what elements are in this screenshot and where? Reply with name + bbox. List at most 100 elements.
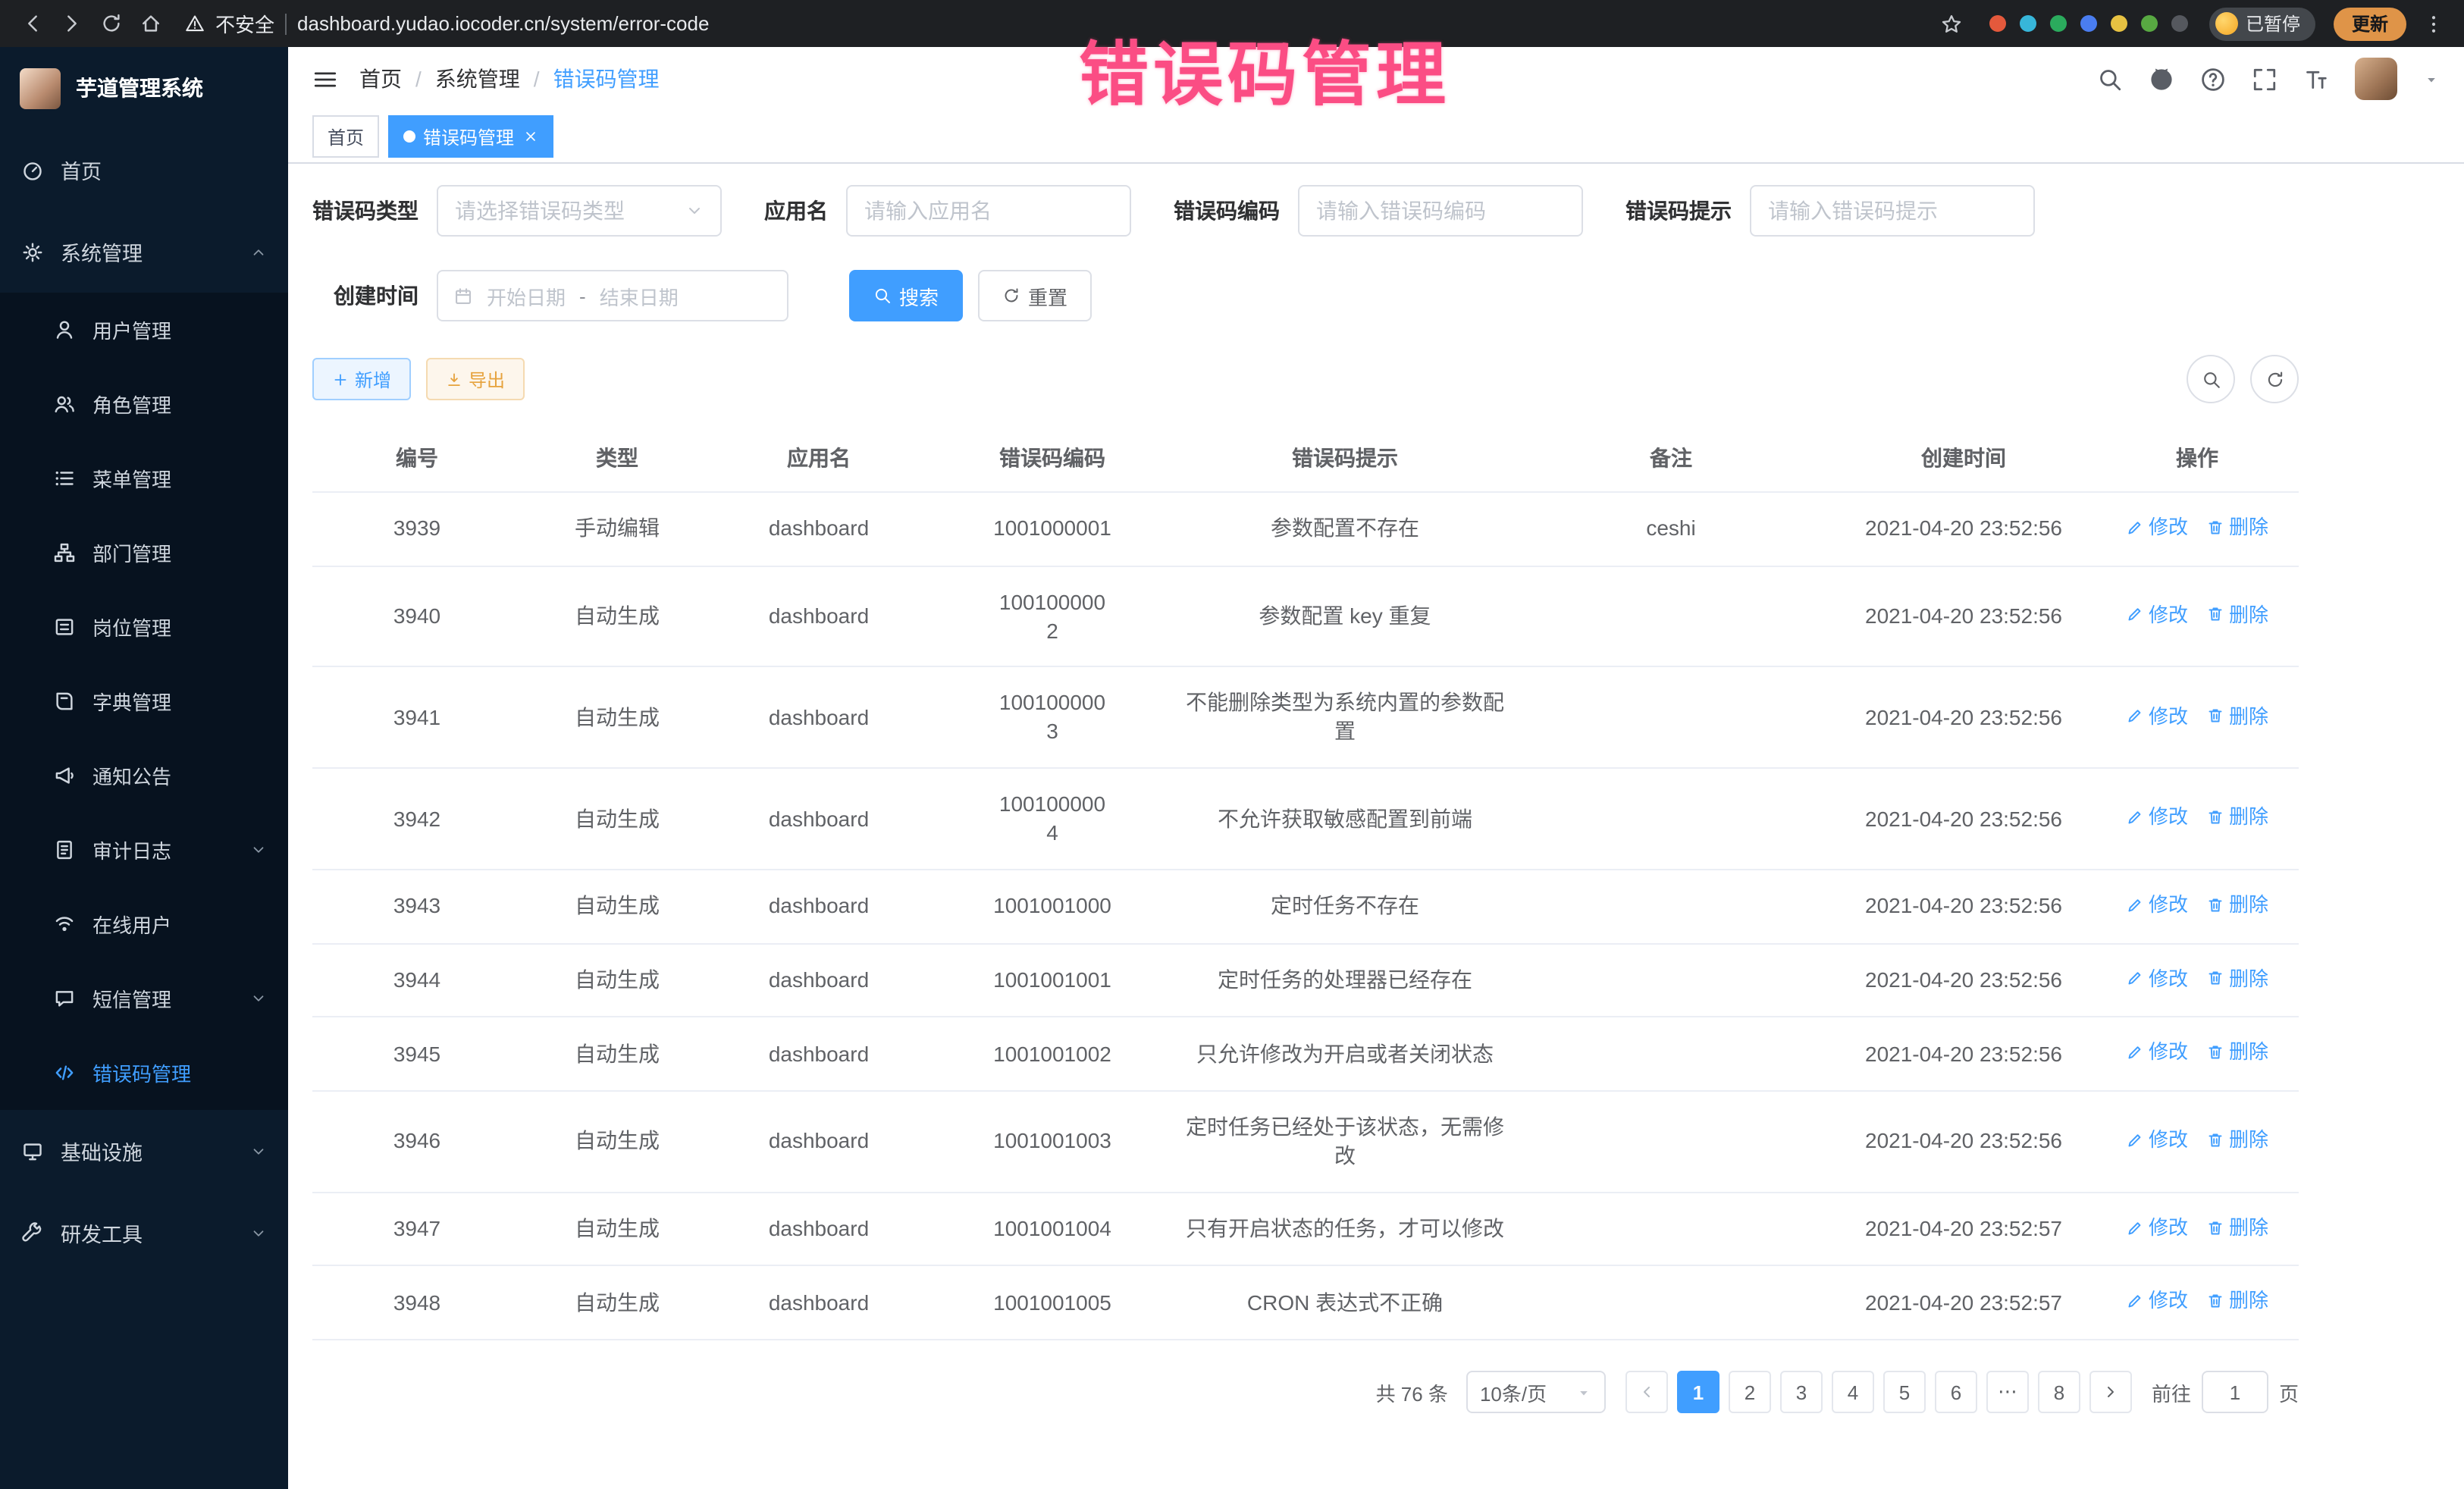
- tab-item[interactable]: 首页: [312, 115, 379, 158]
- sidebar-item-13[interactable]: 错误码管理: [0, 1036, 288, 1110]
- edit-link[interactable]: 修改: [2126, 601, 2188, 628]
- avatar[interactable]: [2355, 58, 2397, 100]
- sidebar-item-11[interactable]: 在线用户: [0, 887, 288, 961]
- sidebar-item-10[interactable]: 审计日志: [0, 813, 288, 887]
- cell-memo: [1510, 1017, 1832, 1091]
- font-size-button[interactable]: [2303, 66, 2329, 92]
- delete-link[interactable]: 删除: [2206, 892, 2268, 918]
- sidebar-item-4[interactable]: 角色管理: [0, 367, 288, 441]
- extension-icon[interactable]: [2080, 15, 2097, 32]
- avatar-caret-button[interactable]: [2423, 71, 2440, 87]
- page-ellipsis[interactable]: ⋯: [1986, 1371, 2029, 1413]
- browser-menu-button[interactable]: [2419, 7, 2449, 40]
- delete-link[interactable]: 删除: [2206, 514, 2268, 541]
- date-separator: -: [579, 284, 586, 307]
- extension-icon[interactable]: [2171, 15, 2188, 32]
- page-button[interactable]: 4: [1832, 1371, 1874, 1413]
- app-logo[interactable]: 芋道管理系统: [0, 47, 288, 129]
- home-button[interactable]: [133, 7, 167, 40]
- delete-link[interactable]: 删除: [2206, 703, 2268, 729]
- date-range-picker[interactable]: 开始日期 - 结束日期: [437, 270, 788, 321]
- edit-link[interactable]: 修改: [2126, 804, 2188, 831]
- edit-link[interactable]: 修改: [2126, 1127, 2188, 1153]
- reset-button[interactable]: 重置: [978, 270, 1092, 321]
- profile-avatar-icon: [2215, 12, 2238, 35]
- sidebar-item-15[interactable]: 研发工具: [0, 1192, 288, 1274]
- goto-page-input[interactable]: [2202, 1371, 2268, 1413]
- next-page-button[interactable]: [2089, 1371, 2132, 1413]
- filter-input[interactable]: [846, 185, 1131, 237]
- cell-memo: [1510, 667, 1832, 769]
- refresh-table-button[interactable]: [2250, 355, 2299, 403]
- page-button[interactable]: 6: [1935, 1371, 1977, 1413]
- sidebar-toggle-button[interactable]: [312, 66, 338, 92]
- page-button[interactable]: 8: [2038, 1371, 2080, 1413]
- page-size-select[interactable]: 10条/页: [1466, 1371, 1606, 1413]
- header-search-button[interactable]: [2097, 66, 2123, 92]
- add-button[interactable]: 新增: [312, 358, 411, 400]
- sidebar-item-8[interactable]: 字典管理: [0, 664, 288, 738]
- edit-link[interactable]: 修改: [2126, 1039, 2188, 1066]
- annotation-overlay-title: 错误码管理: [1079, 20, 1450, 120]
- tab-active[interactable]: 错误码管理: [388, 115, 553, 158]
- edit-link[interactable]: 修改: [2126, 1288, 2188, 1315]
- cell-app: dashboard: [713, 667, 925, 769]
- sidebar-item-9[interactable]: 通知公告: [0, 738, 288, 813]
- table-row: 3947自动生成dashboard1001001004只有开启状态的任务，才可以…: [312, 1193, 2299, 1266]
- toggle-search-button[interactable]: [2187, 355, 2235, 403]
- profile-paused-badge[interactable]: 已暂停: [2209, 7, 2315, 40]
- dots-vertical-icon: [2423, 13, 2444, 34]
- reload-button[interactable]: [94, 7, 127, 40]
- sidebar-item-5[interactable]: 菜单管理: [0, 441, 288, 516]
- edit-link[interactable]: 修改: [2126, 892, 2188, 918]
- export-button[interactable]: 导出: [426, 358, 525, 400]
- extension-icon[interactable]: [1989, 15, 2006, 32]
- bookmark-star-button[interactable]: [1935, 7, 1968, 40]
- date-start-placeholder: 开始日期: [487, 281, 566, 310]
- sidebar-item-12[interactable]: 短信管理: [0, 961, 288, 1036]
- filter-input[interactable]: [1750, 185, 2035, 237]
- edit-link[interactable]: 修改: [2126, 1215, 2188, 1241]
- extension-icon[interactable]: [2050, 15, 2067, 32]
- forward-button[interactable]: [55, 7, 88, 40]
- back-button[interactable]: [15, 7, 49, 40]
- delete-link[interactable]: 删除: [2206, 1288, 2268, 1315]
- docs-button[interactable]: [2200, 66, 2226, 92]
- sidebar-item-7[interactable]: 岗位管理: [0, 590, 288, 664]
- sidebar-item-14[interactable]: 基础设施: [0, 1110, 288, 1192]
- delete-link[interactable]: 删除: [2206, 804, 2268, 831]
- sidebar-item-1[interactable]: 首页: [0, 129, 288, 211]
- breadcrumb-item[interactable]: 系统管理: [435, 64, 520, 94]
- delete-link[interactable]: 删除: [2206, 965, 2268, 992]
- sidebar-item-6[interactable]: 部门管理: [0, 516, 288, 590]
- page-button[interactable]: 5: [1883, 1371, 1926, 1413]
- address-bar[interactable]: 不安全 dashboard.yudao.iocoder.cn/system/er…: [185, 9, 709, 38]
- filter-select[interactable]: 请选择错误码类型: [437, 185, 722, 237]
- delete-icon: [2206, 1292, 2224, 1310]
- prev-page-button[interactable]: [1625, 1371, 1668, 1413]
- extension-icon[interactable]: [2141, 15, 2158, 32]
- delete-link[interactable]: 删除: [2206, 601, 2268, 628]
- page-button[interactable]: 3: [1780, 1371, 1823, 1413]
- tab-close-button[interactable]: [523, 129, 538, 144]
- breadcrumb-item[interactable]: 首页: [359, 64, 402, 94]
- delete-link[interactable]: 删除: [2206, 1039, 2268, 1066]
- delete-link[interactable]: 删除: [2206, 1215, 2268, 1241]
- delete-link[interactable]: 删除: [2206, 1127, 2268, 1153]
- browser-update-button[interactable]: 更新: [2334, 7, 2406, 40]
- sidebar-item-2[interactable]: 系统管理: [0, 211, 288, 293]
- page-button[interactable]: 2: [1729, 1371, 1771, 1413]
- edit-link[interactable]: 修改: [2126, 965, 2188, 992]
- extension-icon[interactable]: [2111, 15, 2127, 32]
- fullscreen-button[interactable]: [2252, 66, 2277, 92]
- edit-link[interactable]: 修改: [2126, 703, 2188, 729]
- search-button[interactable]: 搜索: [849, 270, 963, 321]
- navbar-actions: [2097, 58, 2440, 100]
- github-link[interactable]: [2149, 66, 2174, 92]
- sidebar-item-3[interactable]: 用户管理: [0, 293, 288, 367]
- edit-link[interactable]: 修改: [2126, 514, 2188, 541]
- extension-icon[interactable]: [2020, 15, 2036, 32]
- cell-time: 2021-04-20 23:52:56: [1832, 492, 2096, 566]
- page-button[interactable]: 1: [1677, 1371, 1719, 1413]
- filter-input[interactable]: [1298, 185, 1583, 237]
